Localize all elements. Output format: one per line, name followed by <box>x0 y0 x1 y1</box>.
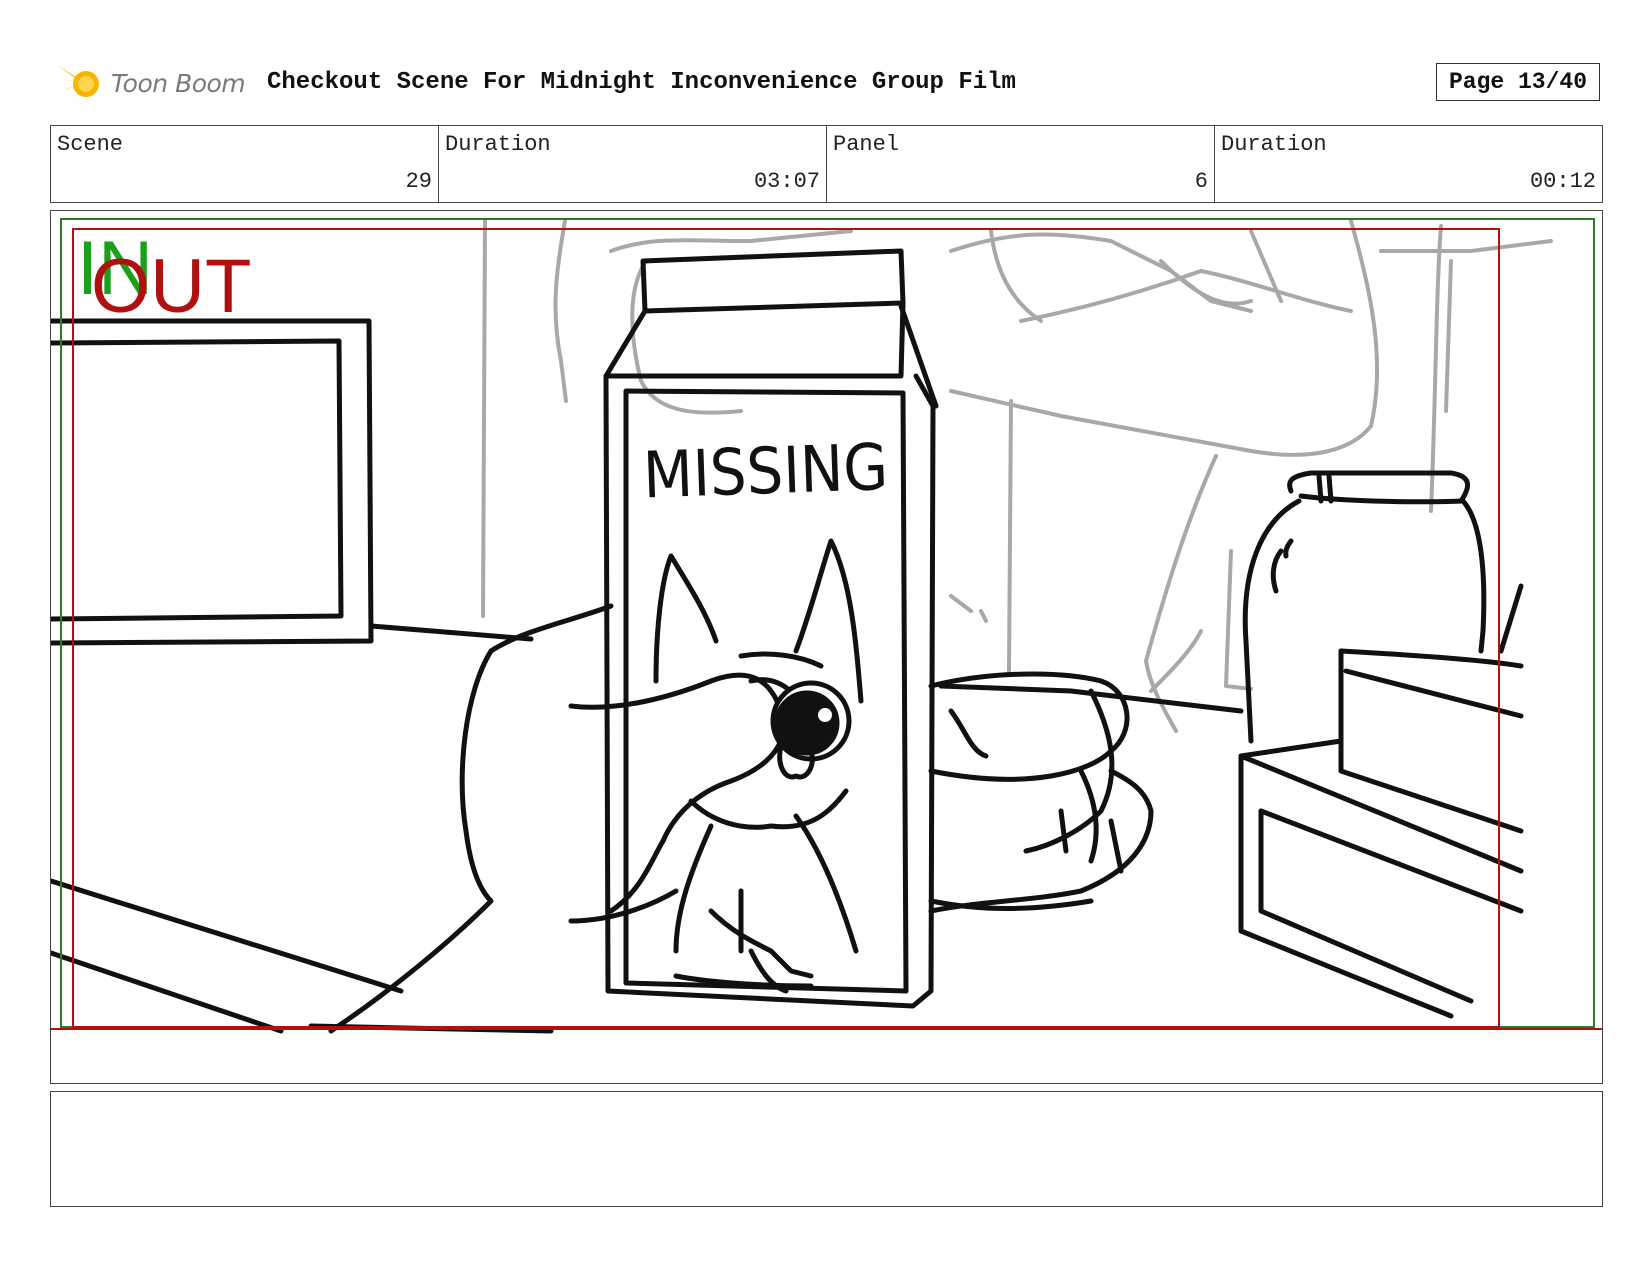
logo-text: Toon Boom <box>111 69 246 98</box>
panel-cell: Panel 6 <box>827 126 1215 202</box>
document-title: Checkout Scene For Midnight Inconvenienc… <box>267 69 1016 96</box>
panel-duration-value: 00:12 <box>1529 169 1596 194</box>
panel-duration-cell: Duration 00:12 <box>1215 126 1602 202</box>
foreground-sketch <box>51 248 1524 1034</box>
scene-label: Scene <box>57 132 124 157</box>
scene-duration-cell: Duration 03:07 <box>439 126 827 202</box>
toon-boom-logo: Toon Boom <box>53 57 253 111</box>
scene-info-row: Scene 29 Duration 03:07 Panel 6 Duration… <box>50 125 1603 203</box>
panel-sketch: MISSING <box>51 218 1602 1034</box>
panel-duration-label: Duration <box>1221 132 1327 157</box>
panel-label: Panel <box>833 132 900 157</box>
storyboard-panel: MISSING IN OUT <box>50 210 1603 1084</box>
page-number: Page 13/40 <box>1436 63 1600 101</box>
page-header: Toon Boom Checkout Scene For Midnight In… <box>50 55 1602 115</box>
scene-value: 29 <box>405 169 432 194</box>
out-marker: OUT <box>91 244 252 329</box>
scene-duration-label: Duration <box>445 132 551 157</box>
panel-notes-box[interactable] <box>50 1091 1603 1207</box>
scene-duration-value: 03:07 <box>753 169 820 194</box>
panel-value: 6 <box>1194 169 1208 194</box>
red-frame-guide <box>72 228 1500 1028</box>
scene-cell: Scene 29 <box>51 126 439 202</box>
carton-missing-text: MISSING <box>642 431 889 514</box>
starburst-icon <box>55 59 99 105</box>
